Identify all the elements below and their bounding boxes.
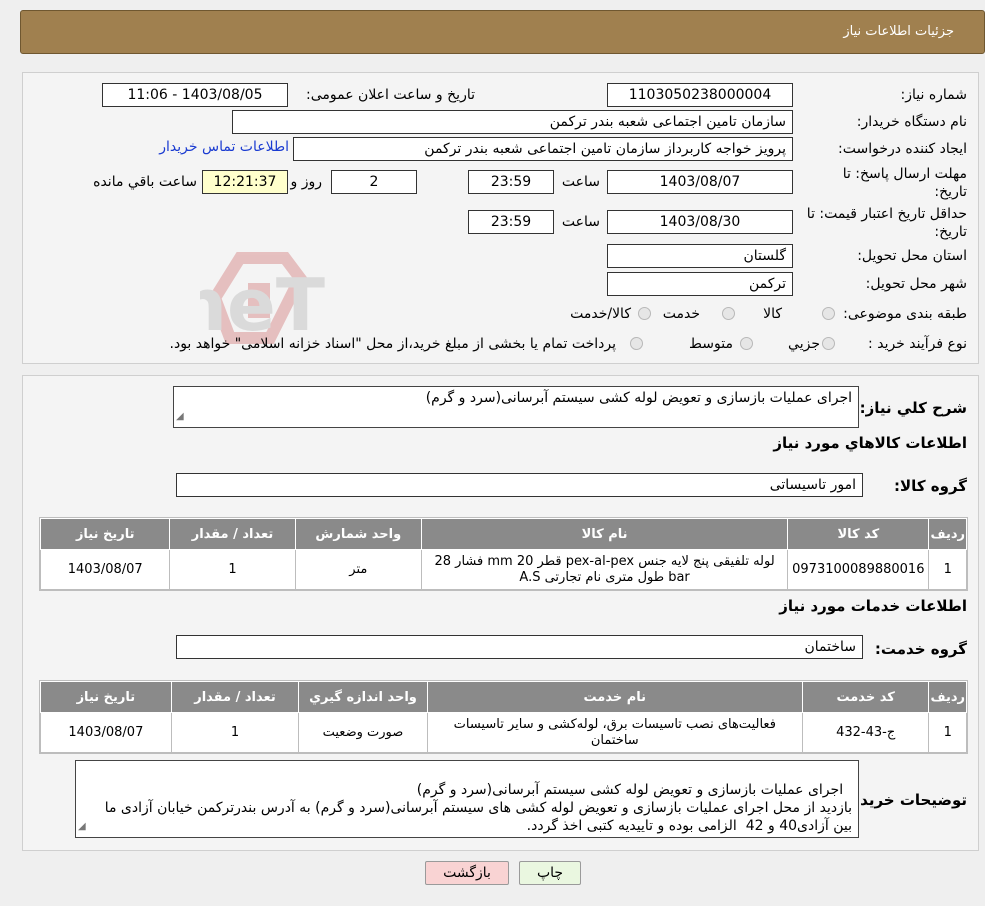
deadline-time-field: 23:59 bbox=[468, 170, 554, 194]
requester-label: ایجاد کننده درخواست: bbox=[838, 141, 967, 157]
goods-unit: متر bbox=[294, 549, 423, 590]
buyer-notes-textarea[interactable]: اجرای عملیات بازسازی و تعویض لوله کشی سی… bbox=[75, 760, 859, 838]
purchase-type-label: نوع فرآیند خرید : bbox=[868, 336, 967, 352]
column-header: کد کالا bbox=[787, 518, 930, 550]
service-date: 1403/08/07 bbox=[40, 712, 172, 753]
buyer-contact-link[interactable]: اطلاعات تماس خریدار bbox=[159, 139, 289, 155]
purchase-small-label: جزيي bbox=[788, 336, 820, 352]
service-unit: صورت وضعیت bbox=[298, 712, 428, 753]
print-button[interactable]: چاپ bbox=[519, 861, 581, 885]
goods-table: رديف کد کالا نام کالا واحد شمارش تعداد /… bbox=[39, 517, 968, 591]
column-header: تعداد / مقدار bbox=[170, 681, 300, 713]
purchase-note: پرداخت تمام یا بخشی از مبلغ خرید،از محل … bbox=[169, 336, 616, 352]
category-goods-radio[interactable] bbox=[822, 307, 835, 320]
category-both-radio[interactable] bbox=[638, 307, 651, 320]
requester-field: پرویز خواجه کاربرداز سازمان تامین اجتماع… bbox=[293, 137, 793, 161]
summary-text: اجرای عملیات بازسازی و تعویض لوله کشی سی… bbox=[425, 390, 852, 406]
goods-section-title: اطلاعات کالاهاي مورد نياز bbox=[773, 434, 967, 452]
announce-datetime-field: 1403/08/05 - 11:06 bbox=[102, 83, 288, 107]
row-index: 1 bbox=[928, 549, 967, 590]
city-label: شهر محل تحویل: bbox=[865, 276, 967, 292]
day-and-label: روز و bbox=[290, 174, 323, 190]
buyer-notes-text: اجرای عملیات بازسازی و تعویض لوله کشی سی… bbox=[104, 782, 852, 834]
goods-name: لوله تلفیقی پنج لایه جنس pex-al-pex قطر … bbox=[421, 549, 789, 590]
deadline-hour-label: ساعت bbox=[561, 174, 600, 190]
purchase-treasury-checkbox[interactable] bbox=[630, 337, 643, 350]
remaining-time-field: 12:21:37 bbox=[202, 170, 288, 194]
column-header: واحد شمارش bbox=[294, 518, 423, 550]
category-goods-label: کالا bbox=[763, 306, 782, 322]
column-header: نام خدمت bbox=[426, 681, 803, 713]
service-qty: 1 bbox=[170, 712, 300, 753]
purchase-medium-label: متوسط bbox=[689, 336, 733, 352]
buyer-org-label: نام دستگاه خریدار: bbox=[856, 114, 967, 130]
validity-hour-label: ساعت bbox=[561, 214, 600, 230]
days-field: 2 bbox=[331, 170, 417, 194]
services-table: رديف کد خدمت نام خدمت واحد اندازه گيري ت… bbox=[39, 680, 968, 754]
category-both-label: کالا/خدمت bbox=[570, 306, 631, 322]
category-service-radio[interactable] bbox=[722, 307, 735, 320]
category-service-label: خدمت bbox=[662, 306, 700, 322]
deadline-label: مهلت ارسال پاسخ: تا تاریخ: bbox=[842, 166, 967, 200]
goods-table-header: رديف کد کالا نام کالا واحد شمارش تعداد /… bbox=[39, 518, 967, 550]
back-button[interactable]: بازگشت bbox=[425, 861, 509, 885]
resize-grip-icon[interactable]: ◢ bbox=[78, 818, 86, 836]
remaining-label: ساعت باقي مانده bbox=[93, 174, 197, 190]
purchase-small-radio[interactable] bbox=[822, 337, 835, 350]
goods-code: 0973100089880016 bbox=[787, 549, 930, 590]
table-row: 1 ج-43-432 فعالیت‌های نصب تاسیسات برق، ل… bbox=[40, 712, 967, 753]
goods-group-label: گروه کالا: bbox=[894, 477, 967, 495]
announce-datetime-label: تاریخ و ساعت اعلان عمومی: bbox=[306, 87, 475, 103]
resize-grip-icon[interactable]: ◢ bbox=[176, 408, 184, 426]
province-field: گلستان bbox=[607, 244, 793, 268]
page-title: جزئیات اطلاعات نیاز bbox=[843, 24, 954, 39]
services-table-header: رديف کد خدمت نام خدمت واحد اندازه گيري ت… bbox=[40, 681, 967, 713]
services-group-field: ساختمان bbox=[176, 635, 863, 659]
column-header: تاريخ نياز bbox=[40, 681, 172, 713]
summary-textarea[interactable]: اجرای عملیات بازسازی و تعویض لوله کشی سی… bbox=[173, 386, 859, 428]
column-header: رديف bbox=[928, 518, 967, 550]
services-section-title: اطلاعات خدمات مورد نياز bbox=[779, 597, 967, 615]
purchase-medium-radio[interactable] bbox=[740, 337, 753, 350]
province-label: استان محل تحویل: bbox=[857, 248, 967, 264]
category-label: طبقه بندی موضوعی: bbox=[843, 306, 967, 322]
page-header: جزئیات اطلاعات نیاز bbox=[20, 10, 985, 54]
service-name: فعالیت‌های نصب تاسیسات برق، لوله‌کشی و س… bbox=[426, 712, 803, 753]
column-header: واحد اندازه گيري bbox=[298, 681, 428, 713]
validity-label: حداقل تاریخ اعتبار قیمت: تا تاریخ: bbox=[806, 206, 967, 240]
table-row: 1 0973100089880016 لوله تلفیقی پنج لایه … bbox=[39, 549, 967, 590]
validity-time-field: 23:59 bbox=[468, 210, 554, 234]
validity-date-field: 1403/08/30 bbox=[607, 210, 793, 234]
column-header: کد خدمت bbox=[801, 681, 930, 713]
need-number-label: شماره نیاز: bbox=[900, 87, 968, 103]
row-index: 1 bbox=[928, 712, 967, 753]
deadline-date-field: 1403/08/07 bbox=[607, 170, 793, 194]
services-group-label: گروه خدمت: bbox=[874, 640, 967, 658]
city-field: ترکمن bbox=[607, 272, 793, 296]
column-header: تعداد / مقدار bbox=[169, 518, 296, 550]
goods-qty: 1 bbox=[169, 549, 296, 590]
goods-date: 1403/08/07 bbox=[39, 549, 171, 590]
need-number-field: 1103050238000004 bbox=[607, 83, 793, 107]
buyer-org-field: سازمان تامین اجتماعی شعبه بندر ترکمن bbox=[232, 110, 793, 134]
service-code: ج-43-432 bbox=[801, 712, 930, 753]
column-header: تاريخ نياز bbox=[39, 518, 171, 550]
column-header: رديف bbox=[928, 681, 967, 713]
summary-label: شرح کلي نياز: bbox=[859, 399, 967, 417]
buyer-notes-label: توضیحات خریدار: bbox=[840, 791, 967, 809]
goods-group-field: امور تاسیساتی bbox=[176, 473, 863, 497]
column-header: نام کالا bbox=[421, 518, 789, 550]
